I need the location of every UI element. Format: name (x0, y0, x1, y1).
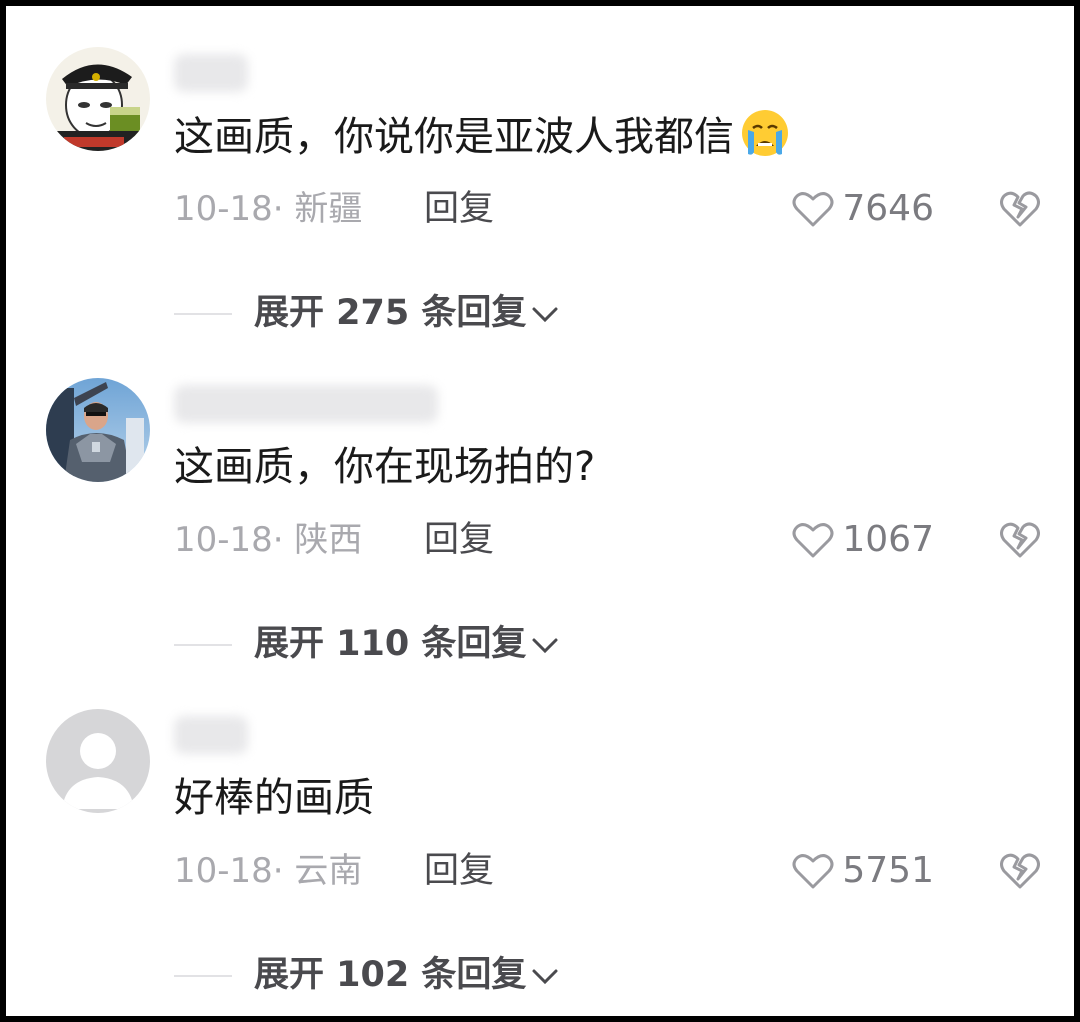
chevron-down-icon (532, 638, 558, 654)
username-blurred[interactable] (174, 385, 438, 423)
comment-text: 这画质，你在现场拍的? (174, 444, 596, 490)
comment-meta-row: 10-18· 陕西 回复 1067 (174, 515, 1054, 565)
expand-replies-label: 展开 110 条回复 (254, 619, 560, 669)
reply-button[interactable]: 回复 (424, 846, 494, 896)
expand-replies-label: 展开 102 条回复 (254, 950, 560, 1000)
heart-outline-icon (792, 192, 834, 227)
like-count: 1067 (842, 519, 934, 560)
like-button[interactable]: 5751 (792, 846, 934, 896)
divider-line (174, 975, 232, 977)
like-button[interactable]: 7646 (792, 184, 934, 234)
avatar-police-cap-cartoon-icon (46, 47, 150, 151)
chevron-down-icon (532, 307, 558, 323)
divider-line (174, 644, 232, 646)
comment-meta-row: 10-18· 云南 回复 5751 (174, 846, 1054, 896)
reply-button[interactable]: 回复 (424, 515, 494, 565)
comment-item: 好棒的画质 10-18· 云南 回复 5751 展开 102 条回复 (6, 674, 1074, 1004)
expand-replies-label: 展开 275 条回复 (254, 288, 560, 338)
comment-text: 这画质，你说你是亚波人我都信 (174, 108, 790, 165)
comment-meta-row: 10-18· 新疆 回复 7646 (174, 184, 1054, 234)
comment-text: 好棒的画质 (174, 775, 374, 821)
divider-line (174, 313, 232, 315)
comment-date-location: 10-18· 云南 (174, 851, 363, 891)
user-avatar[interactable] (46, 709, 150, 813)
broken-heart-icon[interactable] (1000, 189, 1040, 229)
avatar-armored-man-photo-icon (46, 378, 150, 482)
like-count: 5751 (842, 850, 934, 891)
chevron-down-icon (532, 969, 558, 985)
comment-date-location: 10-18· 新疆 (174, 189, 363, 229)
expand-replies-button[interactable]: 展开 110 条回复 (174, 619, 674, 669)
username-blurred[interactable] (174, 716, 248, 754)
comment-item: 这画质，你说你是亚波人我都信 10-18· 新疆 回复 7646 展开 275 … (6, 12, 1074, 342)
expand-replies-button[interactable]: 展开 275 条回复 (174, 288, 674, 338)
like-button[interactable]: 1067 (792, 515, 934, 565)
broken-heart-icon[interactable] (1000, 520, 1040, 560)
user-avatar[interactable] (46, 378, 150, 482)
comment-list: 这画质，你说你是亚波人我都信 10-18· 新疆 回复 7646 展开 275 … (0, 0, 1080, 1022)
username-blurred[interactable] (174, 54, 248, 92)
like-count: 7646 (842, 188, 934, 229)
expand-replies-button[interactable]: 展开 102 条回复 (174, 950, 674, 1000)
reply-button[interactable]: 回复 (424, 184, 494, 234)
comment-item: 这画质，你在现场拍的? 10-18· 陕西 回复 1067 展开 110 条回复 (6, 343, 1074, 673)
heart-outline-icon (792, 523, 834, 558)
crying-face-emoji-icon (740, 108, 790, 158)
heart-outline-icon (792, 854, 834, 889)
comment-date-location: 10-18· 陕西 (174, 520, 363, 560)
avatar-default-person-icon (46, 709, 150, 813)
user-avatar[interactable] (46, 47, 150, 151)
broken-heart-icon[interactable] (1000, 851, 1040, 891)
